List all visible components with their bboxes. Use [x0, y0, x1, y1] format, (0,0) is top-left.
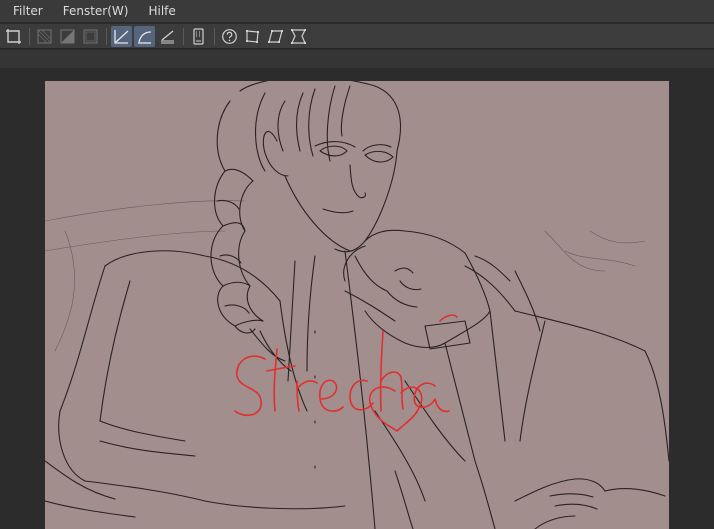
- tool-property-bar: [0, 24, 714, 49]
- menu-fenster[interactable]: Fenster(W): [53, 0, 139, 22]
- transform-perspective-button[interactable]: [288, 26, 309, 47]
- signature: [234, 314, 458, 432]
- drawing-canvas[interactable]: [45, 81, 669, 529]
- sketch-artwork: [45, 81, 669, 529]
- lineart: [45, 81, 669, 529]
- ruler-angle-icon: [161, 29, 174, 44]
- ruler-straight-icon: [114, 29, 129, 44]
- menu-bar: Filter Fenster(W) Hilfe: [0, 0, 714, 23]
- crop-icon: [6, 28, 21, 44]
- transform-skew-button[interactable]: [265, 26, 286, 47]
- transform-skew-icon: [268, 29, 283, 43]
- toolbar-divider: [106, 27, 107, 45]
- crop-tool-button[interactable]: [3, 26, 24, 47]
- fill-square-icon: [83, 29, 98, 43]
- fill-square-button[interactable]: [80, 26, 101, 47]
- fill-gradient-button[interactable]: [57, 26, 78, 47]
- toolbar-divider: [214, 27, 215, 45]
- ruler-angle-button[interactable]: [157, 26, 178, 47]
- ruler-straight-button[interactable]: [111, 25, 132, 47]
- fill-gradient-icon: [60, 29, 75, 43]
- transform-perspective-icon: [291, 28, 306, 44]
- help-button[interactable]: [219, 26, 240, 47]
- toolbar-divider: [183, 27, 184, 45]
- help-circle-icon: [222, 28, 237, 44]
- toolbar-divider: [29, 27, 30, 45]
- device-button[interactable]: [188, 26, 209, 47]
- ruler-curve-icon: [138, 30, 152, 44]
- menu-filter[interactable]: Filter: [0, 0, 53, 22]
- tab-strip: [0, 50, 714, 68]
- transform-free-button[interactable]: [242, 26, 263, 47]
- device-icon: [193, 27, 204, 45]
- transform-free-icon: [246, 29, 259, 43]
- ruler-curve-button[interactable]: [134, 25, 155, 47]
- menu-hilfe[interactable]: Hilfe: [138, 0, 185, 22]
- fill-transparent-button[interactable]: [34, 26, 55, 47]
- fill-transparent-icon: [37, 29, 52, 43]
